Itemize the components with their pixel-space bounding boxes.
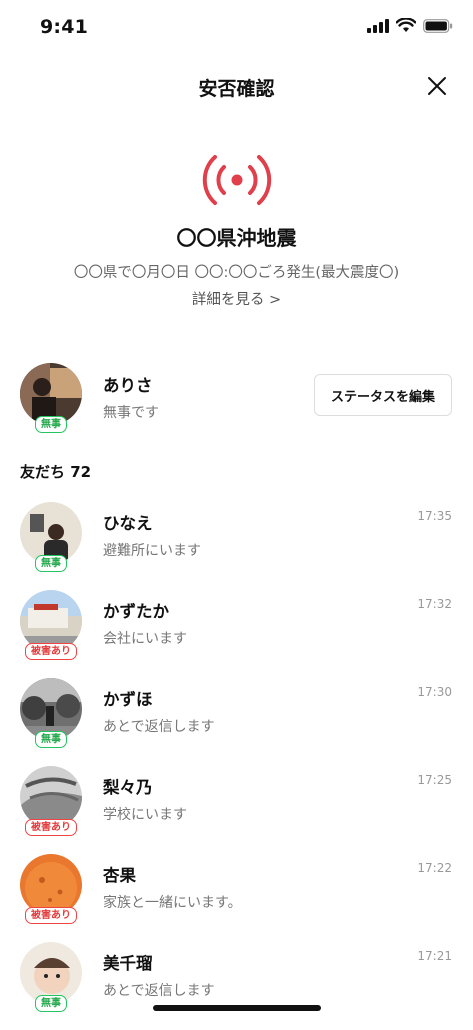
status-badge: 無事 [35,995,67,1012]
friends-section-header: 友だち 72 [20,463,92,481]
list-item[interactable]: 被害あり 杏果 家族と一緒にいます。 17:22 [0,854,473,942]
my-avatar: 無事 [20,363,82,433]
friend-status: あとで返信します [103,719,215,735]
status-badge: 無事 [35,416,67,433]
timestamp: 17:35 [417,509,452,523]
header: 安否確認 [0,60,473,112]
status-icons [367,18,453,33]
my-status-text: 無事です [103,405,159,421]
my-status-row: 無事 ありさ 無事です ステータスを編集 [0,363,473,439]
list-item[interactable]: 被害あり 梨々乃 学校にいます 17:25 [0,766,473,854]
status-time: 9:41 [40,16,89,38]
friend-status: 家族と一緒にいます。 [103,895,242,911]
friend-name: ひなえ [103,514,153,533]
alert-detail: 〇〇県で〇月〇日 〇〇:〇〇ごろ発生(最大震度〇) [73,265,400,281]
timestamp: 17:21 [417,949,452,963]
signal-icon [367,18,389,33]
list-item[interactable]: 被害あり かずたか 会社にいます 17:32 [0,590,473,678]
my-name: ありさ [103,376,153,395]
friend-status: 避難所にいます [103,543,201,559]
edit-status-button[interactable]: ステータスを編集 [314,374,452,416]
page-title: 安否確認 [198,78,275,100]
friend-status: 会社にいます [103,631,187,647]
friend-avatar: 被害あり [20,766,82,836]
friend-name: 美千瑠 [103,954,153,973]
friend-status: あとで返信します [103,983,215,999]
friend-name: かずたか [103,602,169,621]
friend-avatar: 無事 [20,942,82,1012]
status-bar: 9:41 [0,0,473,56]
timestamp: 17:32 [417,597,452,611]
friend-avatar: 被害あり [20,590,82,660]
broadcast-icon [202,155,271,205]
status-badge: 無事 [35,731,67,748]
timestamp: 17:30 [417,685,452,699]
alert-title: 〇〇県沖地震 [176,226,297,250]
close-icon[interactable] [423,72,451,100]
wifi-icon [396,18,416,32]
friend-status: 学校にいます [103,807,187,823]
status-badge: 被害あり [25,819,77,836]
friend-avatar: 無事 [20,678,82,748]
list-item[interactable]: 無事 美千瑠 あとで返信します 17:21 [0,942,473,1030]
status-badge: 無事 [35,555,67,572]
status-badge: 被害あり [25,643,77,660]
timestamp: 17:22 [417,861,452,875]
friend-name: かずほ [103,690,153,709]
details-link[interactable]: 詳細を見る > [192,288,281,309]
friend-avatar: 被害あり [20,854,82,924]
friend-name: 杏果 [103,866,136,885]
timestamp: 17:25 [417,773,452,787]
battery-icon [423,18,453,33]
alert-block: 〇〇県沖地震 〇〇県で〇月〇日 〇〇:〇〇ごろ発生(最大震度〇) 詳細を見る > [0,150,473,309]
friend-avatar: 無事 [20,502,82,572]
friend-name: 梨々乃 [103,778,153,797]
list-item[interactable]: 無事 ひなえ 避難所にいます 17:35 [0,502,473,590]
home-indicator [152,1005,321,1011]
list-item[interactable]: 無事 かずほ あとで返信します 17:30 [0,678,473,766]
status-badge: 被害あり [25,907,77,924]
